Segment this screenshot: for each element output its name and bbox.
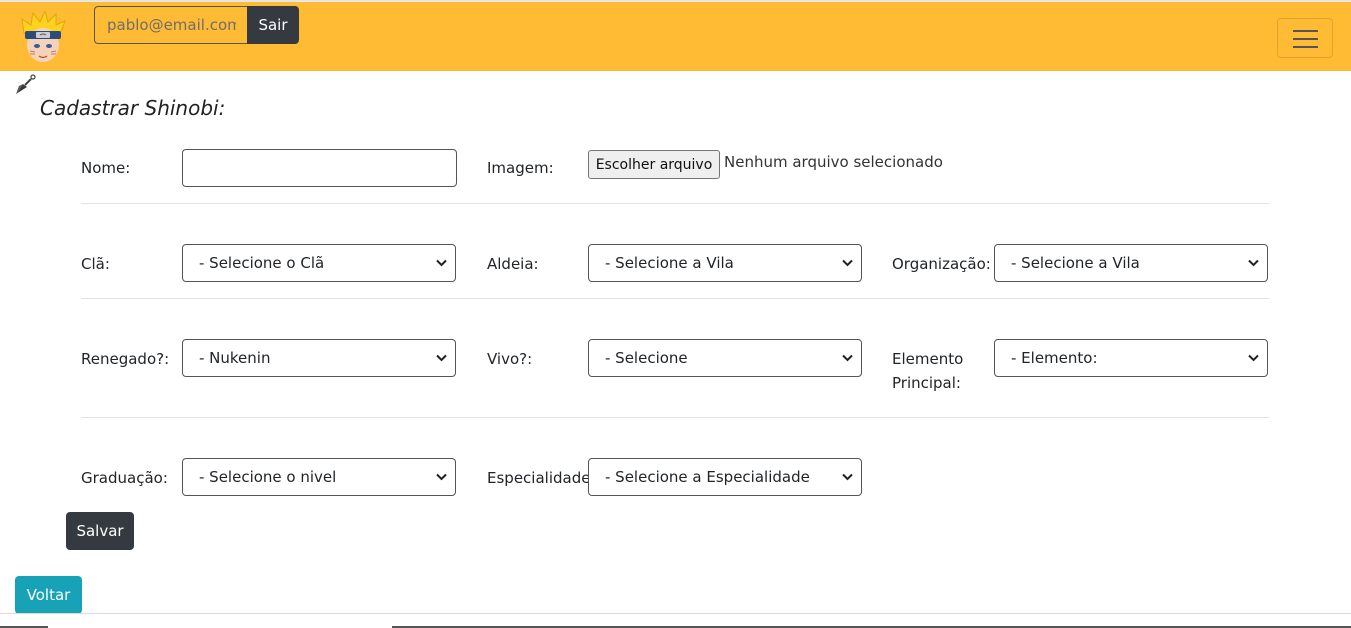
graduacao-select-value: - Selecione o nivel	[199, 468, 337, 486]
chevron-down-icon	[1248, 354, 1259, 362]
aldeia-select-value: - Selecione a Vila	[605, 254, 734, 272]
cla-select[interactable]: - Selecione o Clã	[182, 244, 456, 282]
ninja-avatar-icon[interactable]	[20, 11, 66, 65]
aldeia-select[interactable]: - Selecione a Vila	[588, 244, 862, 282]
chevron-down-icon	[436, 259, 447, 267]
back-button[interactable]: Voltar	[15, 576, 82, 614]
chevron-down-icon	[842, 473, 853, 481]
chevron-down-icon	[842, 259, 853, 267]
hamburger-menu-icon	[1293, 30, 1318, 32]
renegado-label: Renegado?:	[81, 350, 170, 368]
elemento-label-line1: Elemento	[892, 350, 964, 368]
organizacao-label: Organização:	[892, 255, 991, 273]
page-title: Cadastrar Shinobi:	[40, 96, 226, 120]
chevron-down-icon	[436, 473, 447, 481]
elemento-select[interactable]: - Elemento:	[994, 339, 1268, 377]
imagem-label: Imagem:	[487, 159, 554, 177]
especialidade-select[interactable]: - Selecione a Especialidade	[588, 458, 862, 496]
logout-button[interactable]: Sair	[247, 6, 299, 44]
menu-toggle-button[interactable]	[1277, 18, 1333, 58]
especialidade-label: Especialidade:	[487, 469, 596, 487]
nome-label: Nome:	[81, 159, 131, 177]
vivo-select[interactable]: - Selecione	[588, 339, 862, 377]
top-navbar: Sair	[0, 0, 1351, 71]
graduacao-select[interactable]: - Selecione o nivel	[182, 458, 456, 496]
row-divider	[81, 417, 1269, 418]
organizacao-select[interactable]: - Selecione a Vila	[994, 244, 1268, 282]
vivo-label: Vivo?:	[487, 350, 533, 368]
organizacao-select-value: - Selecione a Vila	[1011, 254, 1140, 272]
vivo-select-value: - Selecione	[605, 349, 688, 367]
row-divider	[81, 203, 1269, 204]
renegado-select-value: - Nukenin	[199, 349, 271, 367]
row-divider	[81, 298, 1269, 299]
footer-divider	[0, 613, 1351, 614]
elemento-label-line2: Principal:	[892, 374, 961, 392]
especialidade-select-value: - Selecione a Especialidade	[605, 468, 810, 486]
renegado-select[interactable]: - Nukenin	[182, 339, 456, 377]
kunai-icon	[16, 74, 36, 94]
save-button[interactable]: Salvar	[66, 512, 134, 550]
graduacao-label: Graduação:	[81, 469, 168, 487]
nome-input[interactable]	[182, 149, 457, 187]
file-status-text: Nenhum arquivo selecionado	[724, 153, 943, 171]
elemento-select-value: - Elemento:	[1011, 349, 1098, 367]
choose-file-button[interactable]: Escolher arquivo	[588, 150, 720, 179]
cla-label: Clã:	[81, 255, 110, 273]
aldeia-label: Aldeia:	[487, 255, 539, 273]
chevron-down-icon	[436, 354, 447, 362]
chevron-down-icon	[842, 354, 853, 362]
hamburger-bar	[1293, 38, 1318, 40]
hamburger-bar	[1293, 46, 1318, 48]
cla-select-value: - Selecione o Clã	[199, 254, 325, 272]
chevron-down-icon	[1248, 259, 1259, 267]
email-input[interactable]	[94, 6, 248, 44]
